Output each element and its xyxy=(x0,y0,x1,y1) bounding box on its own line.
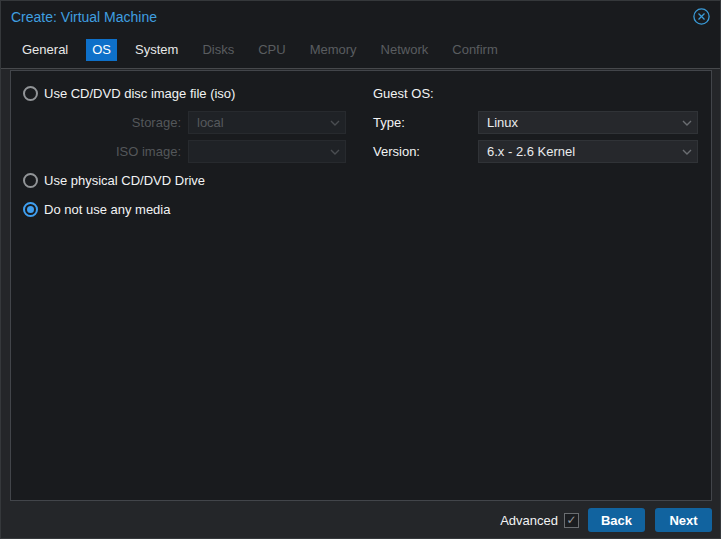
tabbar: General OS System Disks CPU Memory Netwo… xyxy=(1,32,720,69)
guest-type-row: Type: Linux xyxy=(373,111,698,134)
chevron-down-icon xyxy=(677,120,697,126)
create-vm-dialog: Create: Virtual Machine General OS Syste… xyxy=(0,0,721,539)
iso-image-row: ISO image: xyxy=(23,140,349,163)
chevron-down-icon xyxy=(325,149,345,155)
radio-option-none[interactable]: Do not use any media xyxy=(23,198,170,221)
guest-type-select[interactable]: Linux xyxy=(478,111,698,134)
os-tab-panel: Use CD/DVD disc image file (iso) Storage… xyxy=(10,70,712,501)
dialog-title: Create: Virtual Machine xyxy=(11,9,692,25)
guest-version-label: Version: xyxy=(373,144,471,159)
chevron-down-icon xyxy=(677,149,697,155)
guest-version-select[interactable]: 6.x - 2.6 Kernel xyxy=(478,140,698,163)
close-icon[interactable] xyxy=(692,8,710,26)
radio-option-iso[interactable]: Use CD/DVD disc image file (iso) xyxy=(23,82,235,105)
radio-option-physical[interactable]: Use physical CD/DVD Drive xyxy=(23,169,205,192)
chevron-down-icon xyxy=(325,120,345,126)
guest-version-row: Version: 6.x - 2.6 Kernel xyxy=(373,140,698,163)
tab-system[interactable]: System xyxy=(129,39,184,61)
advanced-label: Advanced xyxy=(500,513,558,528)
tab-general[interactable]: General xyxy=(16,39,74,61)
guest-os-heading-row: Guest OS: xyxy=(373,82,434,105)
tab-disks: Disks xyxy=(196,39,240,61)
dialog-footer: Advanced ✓ Back Next xyxy=(1,502,720,538)
tab-network: Network xyxy=(375,39,435,61)
back-button[interactable]: Back xyxy=(588,508,645,532)
radio-label-none: Do not use any media xyxy=(44,202,170,217)
radio-icon-iso[interactable] xyxy=(23,86,38,101)
radio-label-physical: Use physical CD/DVD Drive xyxy=(44,173,205,188)
radio-icon-none[interactable] xyxy=(23,202,38,217)
guest-os-heading: Guest OS: xyxy=(373,86,434,101)
iso-image-label: ISO image: xyxy=(23,144,181,159)
tab-os[interactable]: OS xyxy=(86,39,117,61)
radio-label-iso: Use CD/DVD disc image file (iso) xyxy=(44,86,235,101)
tab-memory: Memory xyxy=(304,39,363,61)
guest-type-label: Type: xyxy=(373,115,471,130)
storage-label: Storage: xyxy=(23,115,181,130)
tab-cpu: CPU xyxy=(252,39,291,61)
storage-row: Storage: local xyxy=(23,111,349,134)
advanced-checkbox[interactable]: ✓ xyxy=(564,513,579,528)
iso-image-select xyxy=(188,140,346,163)
radio-icon-physical[interactable] xyxy=(23,173,38,188)
storage-select: local xyxy=(188,111,346,134)
next-button[interactable]: Next xyxy=(655,508,712,532)
tab-confirm: Confirm xyxy=(446,39,504,61)
dialog-titlebar: Create: Virtual Machine xyxy=(1,1,720,32)
